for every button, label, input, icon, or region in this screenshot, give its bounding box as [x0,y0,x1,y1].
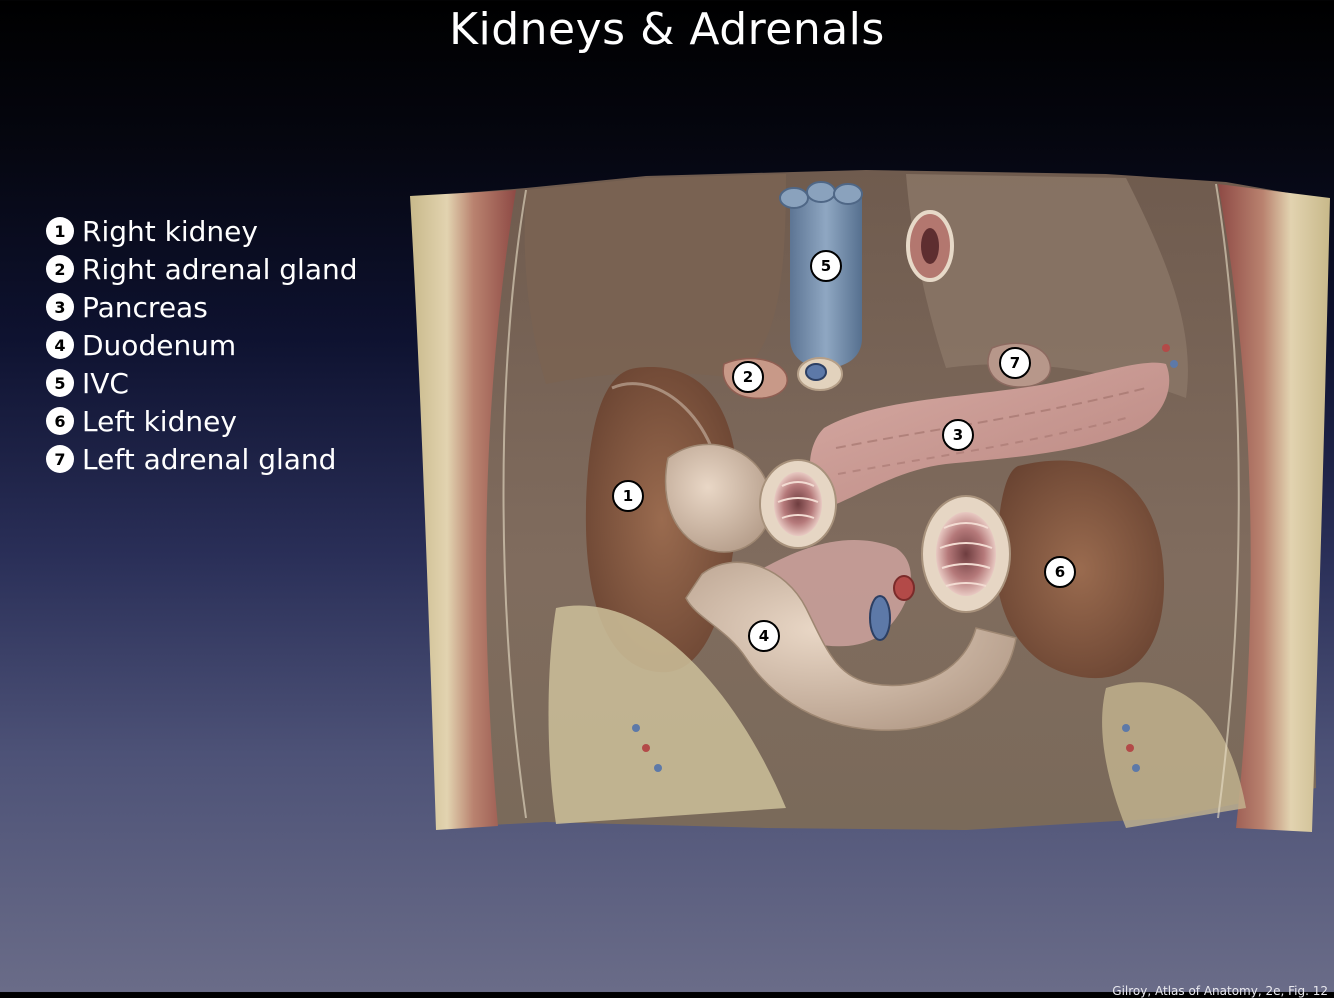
marker-4-label: 4 [759,627,769,645]
legend-item-left-kidney: 6 Left kidney [46,402,358,440]
legend-number-badge: 6 [46,407,74,435]
legend-number-badge: 2 [46,255,74,283]
marker-6: 6 [1044,556,1076,588]
legend-number-badge: 1 [46,217,74,245]
legend-item-duodenum: 4 Duodenum [46,326,358,364]
legend-label: Right kidney [82,214,258,248]
figure-citation: Gilroy, Atlas of Anatomy, 2e, Fig. 12 [1112,984,1328,998]
marker-2-label: 2 [743,368,753,386]
legend-label: Right adrenal gland [82,252,358,286]
marker-4: 4 [748,620,780,652]
marker-1-label: 1 [623,487,633,505]
legend-label: Left kidney [82,404,237,438]
marker-7: 7 [999,347,1031,379]
legend-label: IVC [82,366,129,400]
legend-label: Duodenum [82,328,237,362]
legend-number-badge: 7 [46,445,74,473]
legend-number-badge: 3 [46,293,74,321]
legend-item-ivc: 5 IVC [46,364,358,402]
marker-5: 5 [810,250,842,282]
legend-item-pancreas: 3 Pancreas [46,288,358,326]
legend-list: 1 Right kidney 2 Right adrenal gland 3 P… [46,212,358,478]
marker-1: 1 [612,480,644,512]
marker-3: 3 [942,419,974,451]
legend-item-right-kidney: 1 Right kidney [46,212,358,250]
marker-5-label: 5 [821,257,831,275]
legend-label: Pancreas [82,290,208,324]
marker-3-label: 3 [953,426,963,444]
slide-title: Kidneys & Adrenals [449,4,885,55]
marker-2: 2 [732,361,764,393]
marker-6-label: 6 [1055,563,1065,581]
anatomical-illustration: 1 2 3 4 5 6 7 [410,170,1330,832]
legend-item-left-adrenal-gland: 7 Left adrenal gland [46,440,358,478]
legend-item-right-adrenal-gland: 2 Right adrenal gland [46,250,358,288]
marker-7-label: 7 [1010,354,1020,372]
legend-number-badge: 4 [46,331,74,359]
legend-number-badge: 5 [46,369,74,397]
legend-label: Left adrenal gland [82,442,337,476]
